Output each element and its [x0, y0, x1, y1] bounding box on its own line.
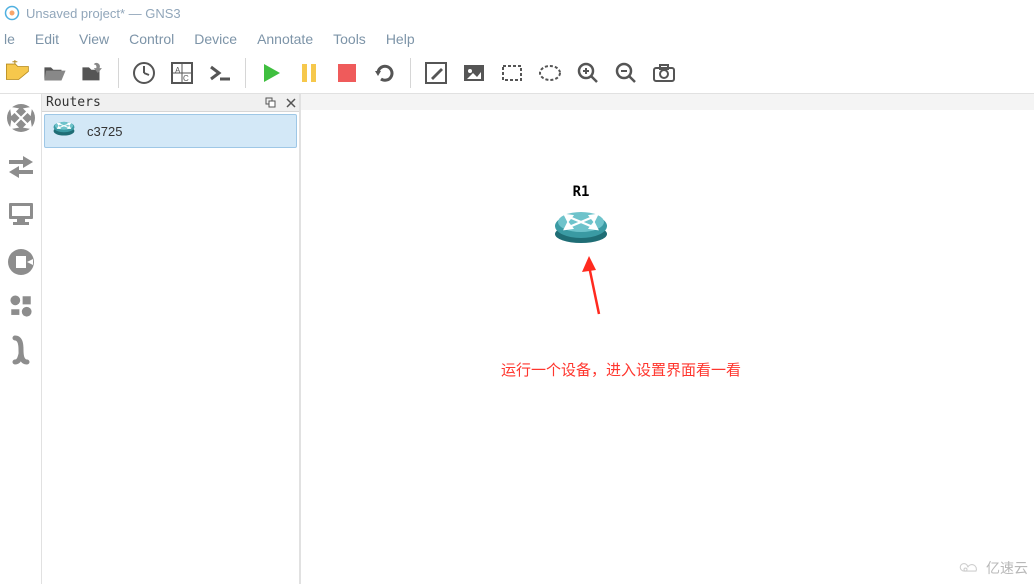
menu-control[interactable]: Control	[119, 29, 184, 49]
start-button[interactable]	[254, 56, 288, 90]
dock-all-devices-button[interactable]	[1, 288, 41, 324]
toolbar-separator	[245, 58, 246, 88]
screenshot-button[interactable]	[647, 56, 681, 90]
dock-security-button[interactable]	[1, 240, 41, 284]
routers-panel: Routers	[42, 94, 300, 584]
draw-ellipse-button[interactable]	[533, 56, 567, 90]
menu-file[interactable]: le	[2, 29, 25, 49]
window-title: Unsaved project* — GNS3	[26, 6, 181, 21]
dock-routers-button[interactable]	[1, 96, 41, 140]
reload-button[interactable]	[368, 56, 402, 90]
panel-body: c3725	[42, 112, 299, 584]
menu-view[interactable]: View	[69, 29, 119, 49]
stop-button[interactable]	[330, 56, 364, 90]
canvas[interactable]: R1 运行一个设备，进入设置界面看一看	[300, 94, 1034, 584]
zoom-in-button[interactable]	[571, 56, 605, 90]
panel-close-icon[interactable]	[283, 95, 299, 111]
pause-button[interactable]	[292, 56, 326, 90]
canvas-node-r1[interactable]: R1	[551, 184, 611, 244]
draw-rectangle-button[interactable]	[495, 56, 529, 90]
add-note-button[interactable]	[419, 56, 453, 90]
svg-text:A: A	[175, 66, 181, 75]
panel-title: Routers	[46, 95, 101, 110]
insert-image-button[interactable]	[457, 56, 491, 90]
annotation-arrow-icon	[579, 254, 609, 324]
annotation-text: 运行一个设备，进入设置界面看一看	[501, 359, 741, 380]
workspace: Routers	[0, 94, 1034, 584]
panel-dock-icon[interactable]	[263, 95, 279, 111]
menu-edit[interactable]: Edit	[25, 29, 69, 49]
menu-help[interactable]: Help	[376, 29, 425, 49]
menu-device[interactable]: Device	[184, 29, 247, 49]
watermark: 亿速云	[958, 558, 1028, 578]
panel-header: Routers	[42, 94, 299, 112]
app-icon	[4, 5, 20, 21]
zoom-out-button[interactable]	[609, 56, 643, 90]
menu-tools[interactable]: Tools	[323, 29, 376, 49]
dock-switches-button[interactable]	[1, 144, 41, 188]
device-item-label: c3725	[87, 124, 122, 139]
toolbar: A C	[0, 52, 1034, 94]
new-project-button[interactable]	[0, 56, 34, 90]
titlebar: Unsaved project* — GNS3	[0, 0, 1034, 26]
menubar: le Edit View Control Device Annotate Too…	[0, 26, 1034, 52]
toolbar-separator	[410, 58, 411, 88]
menu-annotate[interactable]: Annotate	[247, 29, 323, 49]
toolbar-separator	[118, 58, 119, 88]
open-project-button[interactable]	[38, 56, 72, 90]
router-icon	[551, 204, 611, 244]
save-project-button[interactable]	[76, 56, 110, 90]
device-dock	[0, 94, 42, 584]
snapshot-button[interactable]	[127, 56, 161, 90]
router-icon	[51, 118, 77, 144]
device-item-c3725[interactable]: c3725	[44, 114, 297, 148]
dock-add-link-button[interactable]	[1, 328, 41, 372]
canvas-scrollbar-top[interactable]	[301, 94, 1034, 110]
svg-text:C: C	[183, 74, 189, 83]
manage-button[interactable]: A C	[165, 56, 199, 90]
node-label: R1	[573, 184, 590, 200]
console-button[interactable]	[203, 56, 237, 90]
dock-end-devices-button[interactable]	[1, 192, 41, 236]
watermark-text: 亿速云	[986, 558, 1028, 578]
